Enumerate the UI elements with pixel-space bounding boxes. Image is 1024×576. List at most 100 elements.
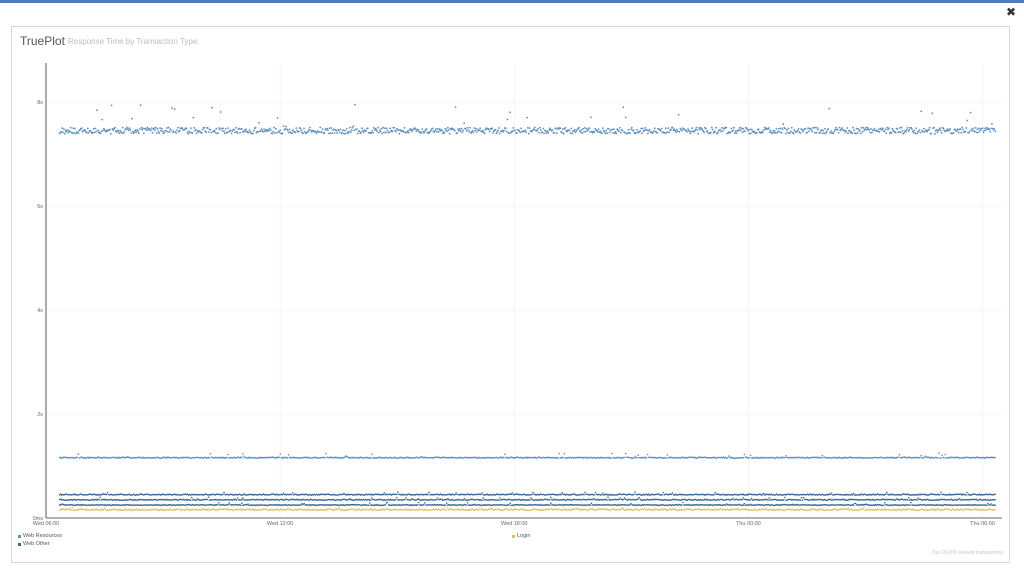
data-point — [223, 491, 225, 494]
data-point — [749, 128, 751, 131]
data-point — [915, 127, 917, 130]
data-point — [546, 130, 549, 132]
data-point — [291, 132, 293, 135]
data-point — [756, 132, 758, 134]
data-point — [379, 130, 382, 133]
data-point — [710, 126, 713, 129]
data-point — [396, 493, 398, 496]
data-point — [383, 492, 386, 494]
data-point — [353, 129, 356, 132]
data-point — [976, 128, 979, 131]
data-point — [987, 502, 989, 505]
data-point — [916, 499, 918, 501]
data-point — [514, 129, 516, 132]
data-point — [716, 131, 719, 134]
data-point — [319, 126, 322, 129]
data-point — [389, 127, 391, 130]
data-point — [614, 130, 617, 133]
data-point — [907, 130, 910, 133]
data-point — [981, 127, 984, 129]
data-point — [435, 498, 438, 501]
data-point — [504, 453, 506, 456]
data-point — [741, 131, 744, 134]
data-point — [269, 127, 271, 130]
series-2 — [58, 491, 996, 496]
data-point — [240, 127, 243, 130]
data-point — [302, 503, 304, 506]
data-point — [155, 126, 157, 129]
data-point — [724, 504, 727, 507]
data-point — [227, 503, 229, 506]
data-point — [206, 127, 209, 129]
data-point — [954, 128, 957, 131]
data-point — [994, 493, 996, 496]
data-point — [615, 132, 618, 135]
data-point — [601, 132, 603, 135]
data-point — [189, 131, 191, 134]
data-point — [965, 127, 968, 129]
close-icon[interactable]: ✖ — [1004, 5, 1018, 19]
data-point — [163, 131, 166, 134]
data-point — [361, 129, 364, 132]
data-point — [908, 128, 911, 131]
data-point — [384, 504, 387, 506]
data-point — [696, 129, 699, 131]
data-point — [734, 130, 737, 133]
series-4 — [58, 501, 996, 507]
data-point — [109, 132, 112, 135]
data-point — [926, 130, 929, 133]
data-point — [271, 132, 274, 135]
data-point — [224, 128, 227, 130]
data-point — [238, 127, 241, 130]
data-point — [165, 129, 168, 132]
data-point — [475, 131, 478, 133]
data-point — [365, 130, 367, 132]
data-point — [799, 499, 802, 501]
data-point — [662, 491, 664, 494]
data-point — [87, 131, 90, 134]
data-point — [607, 128, 610, 130]
data-point — [773, 130, 776, 132]
data-point — [284, 128, 287, 130]
data-point — [308, 128, 310, 131]
data-point — [768, 131, 771, 134]
x-tick-label: Wed 12:00 — [267, 521, 294, 527]
data-point — [622, 106, 625, 109]
data-point — [994, 130, 997, 133]
data-point — [467, 129, 470, 131]
data-point — [377, 126, 379, 129]
data-point — [539, 129, 542, 131]
data-point — [132, 130, 134, 133]
data-point — [526, 116, 528, 119]
data-point — [558, 452, 560, 455]
data-point — [750, 132, 752, 135]
x-tick-label: Thu 00:00 — [736, 521, 761, 527]
data-point — [93, 131, 96, 134]
data-point — [465, 130, 468, 132]
data-point — [664, 132, 666, 135]
data-point — [67, 131, 70, 134]
data-point — [780, 131, 783, 134]
data-point — [552, 499, 554, 502]
data-point — [348, 130, 350, 133]
data-point — [411, 130, 413, 133]
series-5 — [58, 506, 996, 512]
data-point — [580, 129, 583, 131]
data-point — [869, 131, 871, 134]
data-point — [332, 128, 335, 131]
data-point — [952, 132, 955, 134]
data-point — [638, 496, 640, 499]
data-point — [242, 497, 244, 500]
data-point — [694, 128, 697, 131]
data-point — [835, 126, 837, 129]
data-point — [630, 502, 632, 505]
data-point — [191, 496, 193, 499]
data-point — [939, 129, 942, 132]
data-point — [542, 127, 545, 130]
data-point — [463, 497, 466, 500]
data-point — [342, 129, 345, 131]
data-point — [870, 128, 872, 130]
data-point — [890, 132, 893, 134]
data-point — [388, 131, 390, 134]
data-point — [99, 496, 101, 499]
